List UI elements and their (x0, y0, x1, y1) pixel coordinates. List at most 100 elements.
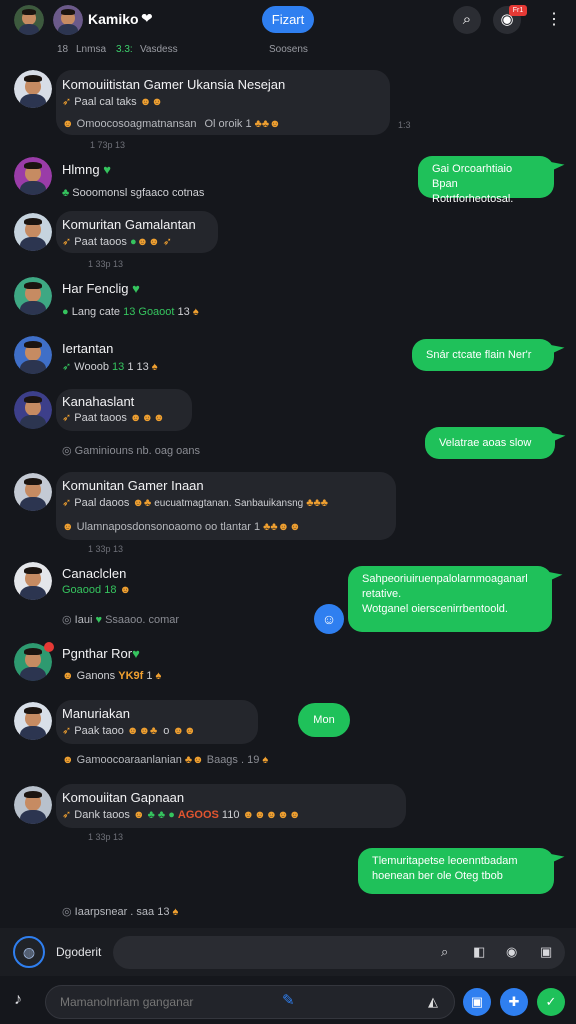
sender-name[interactable]: Hlmng ♥ (62, 162, 111, 177)
avatar[interactable] (14, 473, 52, 511)
emoji-icon: ☻☻☻☻☻ (239, 809, 301, 821)
avatar[interactable] (14, 562, 52, 600)
outgoing-message[interactable]: Mon (298, 703, 350, 737)
timestamp: 1:3 (398, 120, 411, 130)
message-text: Dank taoos (74, 809, 130, 821)
emoji-icon: ♣♣☻☻ (260, 521, 301, 533)
message-text: Sooomonsl sgfaaco cotnas (72, 187, 205, 199)
sender-name[interactable]: Pgnthar Ror♥ (62, 646, 140, 661)
image-icon[interactable]: ▣ (540, 944, 552, 960)
emoji-icon: ●☻☻ ➶ (129, 236, 173, 248)
avatar[interactable] (14, 702, 52, 740)
gallery-button[interactable]: ✚ (500, 988, 528, 1016)
message-text: Ganons (76, 670, 116, 682)
message-count: 1 13 (127, 361, 149, 373)
timestamp: 1 73p 13 (90, 140, 126, 150)
reply-icon: ◎ (62, 614, 75, 626)
sender-name[interactable]: Kanahaslant (62, 394, 134, 409)
sticker-icon[interactable]: ◧ (473, 944, 485, 960)
kebab-menu-icon[interactable]: ⋮ (546, 9, 562, 29)
message-text: Wotganel oierscenirrbentoold. (362, 603, 508, 615)
group-avatar[interactable] (14, 5, 44, 35)
heart-icon: ♥ (92, 614, 106, 626)
voice-button[interactable]: ◍ (13, 936, 45, 968)
message-text: Paat taoos (74, 236, 127, 248)
emoji-icon: ☻ (62, 754, 77, 766)
message-text: Paal cal taks (74, 96, 137, 108)
heart-icon: ♥ (103, 162, 111, 177)
search-icon[interactable]: ⌕ (441, 944, 448, 960)
outgoing-message[interactable]: Snár ctcate flain Ner'r (412, 338, 565, 371)
message-text: Ssaaoo. comar (105, 614, 180, 626)
composer-field[interactable] (113, 936, 565, 969)
message-text: Mon (313, 714, 335, 726)
message-text: retative. (362, 588, 402, 600)
profile-avatar[interactable] (53, 5, 83, 35)
timestamp: 1 33p 13 (88, 832, 124, 842)
outgoing-message[interactable]: Sahpeoriuiruenpalolarnmoaganarl retative… (348, 565, 563, 632)
message-highlight: YK9f (118, 670, 144, 682)
message-text: Lang cate (71, 306, 121, 318)
emoji-icon: ☻ ♣ ♣ ● (133, 809, 175, 821)
message-extra: Ol oroik 1 (204, 118, 252, 130)
scroll-down-button[interactable]: ☺ (314, 604, 344, 634)
avatar[interactable] (14, 786, 52, 824)
reaction-icon: ➶ (62, 809, 75, 821)
emoji-icon: ☻ (116, 584, 132, 596)
sender-name[interactable]: Manuriakan (62, 706, 130, 721)
avatar[interactable] (14, 336, 52, 374)
avatar[interactable] (14, 391, 52, 429)
sender-name[interactable]: Komunitan Gamer Inaan (62, 478, 204, 493)
message-text: Paal daoos (74, 497, 130, 509)
message-input[interactable] (45, 985, 455, 1019)
timestamp: 1 33p 13 (88, 544, 124, 554)
avatar[interactable] (14, 277, 52, 315)
emoji-icon: ♠ (148, 361, 158, 373)
sender-name[interactable]: Komouiitan Gapnaan (62, 790, 184, 805)
avatar[interactable] (14, 70, 52, 108)
camera-icon[interactable]: ◉ (506, 944, 517, 960)
emoji-icon: ♣☻ (181, 754, 207, 766)
message-count: 110 (221, 809, 240, 821)
message-text: Gai Orcoarhtiaio Bpan (432, 163, 513, 190)
sticker-icon[interactable]: ◭ (428, 994, 438, 1010)
sender-name[interactable]: Iertantan (62, 341, 113, 356)
avatar[interactable] (14, 157, 52, 195)
chat-title[interactable]: Kamiko (88, 11, 139, 27)
emoji-icon: ☻ (62, 521, 77, 533)
message-text: Rotrtforheotosal. (432, 193, 514, 205)
sender-name[interactable]: Komouiitistan Gamer Ukansia Nesejan (62, 77, 285, 92)
status-label: Lnmsa (76, 44, 107, 55)
sender-name[interactable]: Komuritan Gamalantan (62, 217, 196, 232)
heart-icon: ❤ (141, 10, 153, 26)
emoji-icon: ☻☻ (169, 725, 196, 737)
outgoing-message[interactable]: Tlemuritapetse leoenntbadam hoenean ber … (358, 847, 565, 894)
reaction-icon: ➶ (62, 725, 75, 737)
search-icon[interactable]: ⌕ (453, 6, 481, 34)
attachment-button[interactable]: ▣ (463, 988, 491, 1016)
sender-name[interactable]: Har Fenclig ♥ (62, 281, 140, 296)
music-note-icon[interactable]: ♪ (14, 991, 22, 1009)
sender-name[interactable]: Canaclclen (62, 566, 126, 581)
avatar[interactable] (14, 213, 52, 251)
edit-icon[interactable]: ✎ (282, 991, 295, 1009)
send-button[interactable]: ✓ (537, 988, 565, 1016)
notification-badge: Fr1 (509, 5, 527, 16)
message-text: Iaarpsnear . saa 13 (74, 906, 170, 918)
message-text: Baags . 19 (206, 754, 260, 766)
start-button[interactable]: Fizart (262, 6, 314, 33)
status-members: Soosens (269, 44, 308, 55)
message-text: Tlemuritapetse leoenntbadam (372, 855, 518, 867)
message-text: Gaminiouns nb. oag oans (74, 445, 201, 457)
emoji-icon: ♠ (169, 906, 179, 918)
outgoing-message[interactable]: Gai Orcoarhtiaio Bpan Rotrtforheotosal. (418, 155, 565, 205)
message-text: Snár ctcate flain Ner'r (426, 349, 532, 361)
message-text: Iaui (74, 614, 93, 626)
emoji-icon: ♣♣☻ (251, 118, 281, 130)
reply-icon: ◎ (62, 906, 75, 918)
reaction-icon: ➶ (62, 497, 75, 509)
reaction-icon: ➶ (62, 236, 75, 248)
outgoing-message[interactable]: Velatrae aoas slow (425, 426, 566, 459)
reaction-icon: ➶ (62, 412, 75, 424)
message-text: eucuatmagtanan. Sanbauikansng (154, 498, 304, 509)
